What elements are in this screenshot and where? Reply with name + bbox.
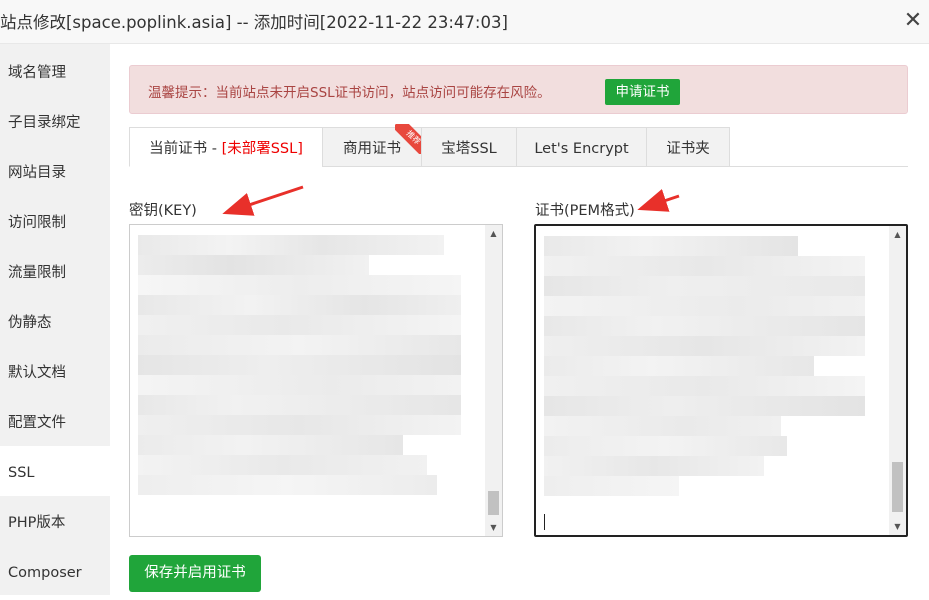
arrow-icon: [222, 185, 304, 216]
annotation-arrows: [222, 185, 680, 216]
arrow-icon: [637, 189, 680, 212]
